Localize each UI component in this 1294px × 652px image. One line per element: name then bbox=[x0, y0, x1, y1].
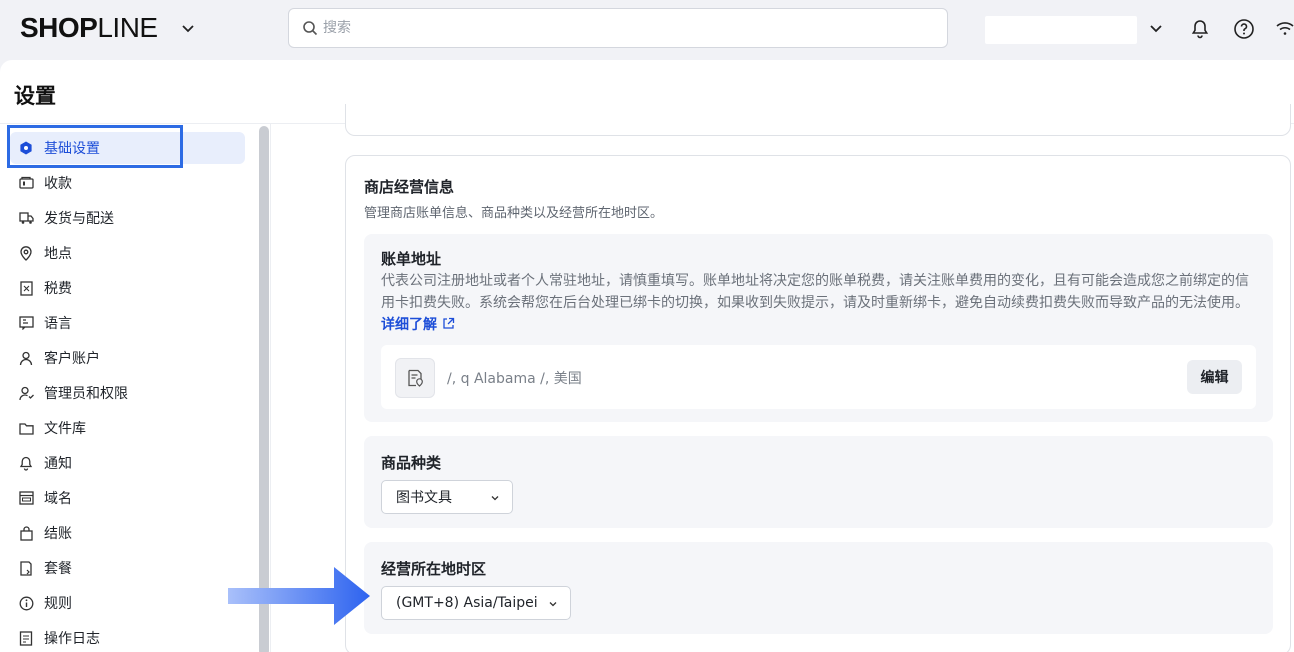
help-icon[interactable] bbox=[1233, 18, 1255, 40]
plan-icon bbox=[18, 560, 34, 576]
business-info-card: 商店经营信息 管理商店账单信息、商品种类以及经营所在地时区。 账单地址 代表公司… bbox=[345, 155, 1291, 652]
sidebar-item-label: 文件库 bbox=[44, 421, 86, 437]
billing-address-description: 代表公司注册地址或者个人常驻地址，请慎重填写。账单地址将决定您的账单税费，请关注… bbox=[381, 270, 1261, 336]
timezone-value: (GMT+8) Asia/Taipei bbox=[396, 595, 538, 611]
sidebar-item-files[interactable]: 文件库 bbox=[10, 412, 245, 444]
sidebar-item-policies[interactable]: 规则 bbox=[10, 587, 245, 619]
billing-description-text: 代表公司注册地址或者个人常驻地址，请慎重填写。账单地址将决定您的账单税费，请关注… bbox=[381, 273, 1249, 311]
sidebar-item-label: 域名 bbox=[44, 491, 72, 507]
product-category-select[interactable]: 图书文具 bbox=[381, 480, 513, 514]
wallet-icon bbox=[18, 175, 34, 191]
section-subtitle: 管理商店账单信息、商品种类以及经营所在地时区。 bbox=[364, 206, 664, 221]
store-chevron-down-icon[interactable] bbox=[1148, 20, 1164, 36]
timezone-select[interactable]: (GMT+8) Asia/Taipei bbox=[381, 586, 571, 620]
sidebar-item-label: 发货与配送 bbox=[44, 211, 114, 227]
shopping-bag-icon bbox=[18, 525, 34, 541]
chevron-down-icon bbox=[549, 602, 557, 607]
chevron-down-icon[interactable] bbox=[180, 20, 196, 36]
folder-icon bbox=[18, 420, 34, 436]
wifi-icon[interactable] bbox=[1276, 20, 1294, 38]
tax-receipt-icon bbox=[18, 280, 34, 296]
sidebar-item-checkout[interactable]: 结账 bbox=[10, 517, 245, 549]
page-title: 设置 bbox=[14, 84, 56, 108]
learn-more-link[interactable]: 详细了解 bbox=[381, 317, 455, 333]
sidebar-item-label: 结账 bbox=[44, 526, 72, 542]
main-panel: 设置 基础设置 收款 发货与配送 地点 税费 语言 客户账户 管理员和权限 文件… bbox=[0, 60, 1294, 652]
sidebar-item-admins[interactable]: 管理员和权限 bbox=[10, 377, 245, 409]
logo-bold-text: SHOP bbox=[20, 12, 98, 43]
product-category-section: 商品种类 图书文具 bbox=[364, 436, 1273, 528]
sidebar-item-label: 操作日志 bbox=[44, 631, 100, 647]
sidebar-item-domains[interactable]: 域名 bbox=[10, 482, 245, 514]
sidebar-item-basic-settings[interactable]: 基础设置 bbox=[10, 132, 245, 164]
billing-address-value: /, q Alabama /, 美国 bbox=[447, 371, 582, 387]
user-icon bbox=[18, 350, 34, 366]
product-category-title: 商品种类 bbox=[381, 454, 442, 472]
chevron-down-icon bbox=[491, 496, 499, 501]
top-bar: SHOP LINE bbox=[0, 0, 1294, 58]
billing-address-title: 账单地址 bbox=[381, 250, 442, 268]
external-link-icon bbox=[443, 317, 455, 329]
sidebar-item-shipping[interactable]: 发货与配送 bbox=[10, 202, 245, 234]
admin-user-icon bbox=[18, 385, 34, 401]
product-category-value: 图书文具 bbox=[396, 490, 452, 506]
notification-bell-icon[interactable] bbox=[1189, 18, 1211, 40]
log-icon bbox=[18, 630, 34, 646]
address-document-icon bbox=[395, 358, 435, 398]
learn-more-label: 详细了解 bbox=[381, 317, 437, 333]
timezone-title: 经营所在地时区 bbox=[381, 560, 487, 578]
sidebar-item-label: 规则 bbox=[44, 596, 72, 612]
search-icon bbox=[303, 21, 318, 36]
previous-card-bottom bbox=[345, 104, 1291, 136]
sidebar-item-label: 税费 bbox=[44, 281, 72, 297]
location-pin-icon bbox=[18, 245, 34, 261]
store-selector[interactable] bbox=[985, 16, 1137, 44]
pointer-arrow-annotation bbox=[228, 567, 370, 625]
sidebar-item-taxes[interactable]: 税费 bbox=[10, 272, 245, 304]
sidebar-item-payments[interactable]: 收款 bbox=[10, 167, 245, 199]
settings-sidebar: 基础设置 收款 发货与配送 地点 税费 语言 客户账户 管理员和权限 文件库 通… bbox=[0, 124, 256, 652]
sidebar-item-notifications[interactable]: 通知 bbox=[10, 447, 245, 479]
sidebar-item-label: 基础设置 bbox=[44, 141, 100, 157]
search-input[interactable] bbox=[323, 17, 923, 39]
sidebar-item-label: 收款 bbox=[44, 176, 72, 192]
search-bar[interactable] bbox=[288, 8, 948, 48]
info-icon bbox=[18, 595, 34, 611]
edit-address-button[interactable]: 编辑 bbox=[1187, 360, 1242, 394]
logo-light-text: LINE bbox=[97, 12, 158, 43]
billing-address-row: /, q Alabama /, 美国 编辑 bbox=[381, 345, 1256, 409]
sidebar-item-locations[interactable]: 地点 bbox=[10, 237, 245, 269]
sidebar-item-plans[interactable]: 套餐 bbox=[10, 552, 245, 584]
sidebar-item-label: 客户账户 bbox=[44, 351, 100, 367]
timezone-section: 经营所在地时区 (GMT+8) Asia/Taipei bbox=[364, 542, 1273, 634]
sidebar-item-language[interactable]: 语言 bbox=[10, 307, 245, 339]
section-title: 商店经营信息 bbox=[364, 178, 455, 196]
settings-hex-icon bbox=[18, 140, 34, 156]
sidebar-item-label: 通知 bbox=[44, 456, 72, 472]
language-icon bbox=[18, 315, 34, 331]
truck-icon bbox=[18, 210, 34, 226]
sidebar-item-label: 管理员和权限 bbox=[44, 386, 128, 402]
bell-icon bbox=[18, 455, 34, 471]
billing-address-section: 账单地址 代表公司注册地址或者个人常驻地址，请慎重填写。账单地址将决定您的账单税… bbox=[364, 234, 1273, 422]
sidebar-item-customer-accounts[interactable]: 客户账户 bbox=[10, 342, 245, 374]
sidebar-item-label: 语言 bbox=[44, 316, 72, 332]
sidebar-item-label: 地点 bbox=[44, 246, 72, 262]
domain-icon bbox=[18, 490, 34, 506]
sidebar-item-label: 套餐 bbox=[44, 561, 72, 577]
shopline-logo[interactable]: SHOP LINE bbox=[20, 12, 158, 44]
sidebar-item-activity-log[interactable]: 操作日志 bbox=[10, 622, 245, 652]
